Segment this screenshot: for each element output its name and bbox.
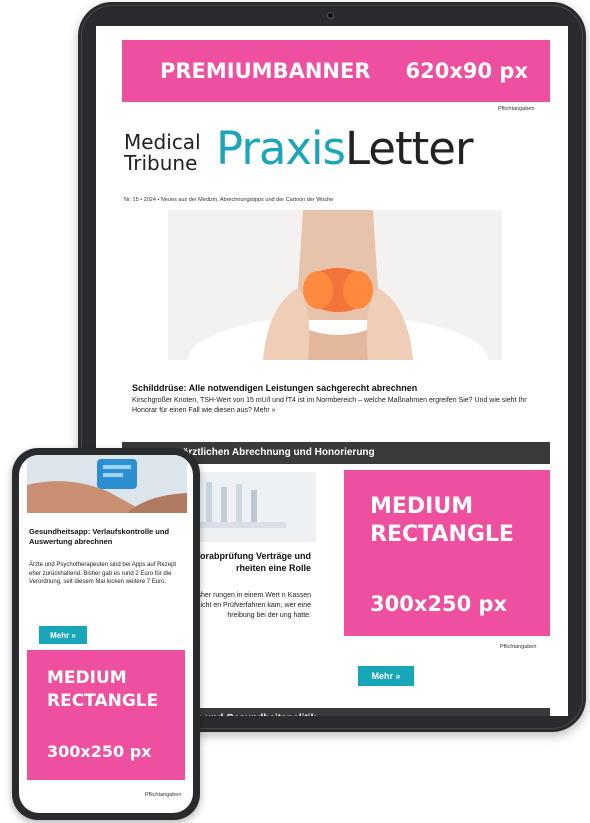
phone-ad-size: 300x250 px	[47, 742, 152, 761]
thyroid-illustration	[168, 210, 502, 360]
phone-mehr-button[interactable]: Mehr »	[39, 626, 87, 644]
logo-medical-tribune: Medical Tribune	[124, 132, 201, 174]
article-teaser: Kirschgroßer Knoten, TSH-Wert von 15 mU/…	[132, 397, 527, 414]
phone-ad-line-2: RECTANGLE	[47, 691, 159, 711]
smartphone-hand-illustration	[27, 455, 187, 513]
premium-banner-size: 620x90 px	[405, 59, 529, 83]
phone-screen: Gesundheitsapp: Verlaufskontrolle und Au…	[19, 455, 193, 813]
ad-line-1: MEDIUM	[370, 494, 474, 519]
logo-medical: Medical	[124, 130, 201, 154]
premium-banner-ad[interactable]: PREMIUMBANNER 620x90 px	[122, 40, 550, 102]
logo-tribune: Tribune	[124, 151, 198, 175]
hero-image-thyroid[interactable]	[168, 210, 502, 360]
mehr-button[interactable]: Mehr »	[358, 666, 414, 686]
logo-praxis: Praxis	[216, 122, 346, 175]
ad-line-2: RECTANGLE	[370, 522, 514, 547]
logo-letter: Letter	[345, 122, 473, 175]
phone-article-text: Ärzte und Psychotherapeuten sind bei App…	[29, 562, 177, 585]
phone-medium-rectangle-ad[interactable]: MEDIUM RECTANGLE 300x250 px	[27, 650, 185, 780]
pflichtangaben-note-2[interactable]: Pflichtangaben	[500, 644, 536, 650]
premium-banner-label: PREMIUMBANNER	[160, 59, 371, 83]
article-title[interactable]: Schilddrüse: Alle notwendigen Leistungen…	[132, 383, 417, 393]
logo-praxisletter: PraxisLetter	[216, 122, 473, 175]
pflichtangaben-note[interactable]: Pflichtangaben	[498, 106, 534, 112]
phone-pflichtangaben-note[interactable]: Pflichtangaben	[145, 792, 181, 798]
ad-size: 300x250 px	[370, 592, 508, 616]
phone-ad-line-1: MEDIUM	[47, 668, 127, 688]
tablet-camera	[327, 12, 334, 19]
phone-device: Gesundheitsapp: Verlaufskontrolle und Au…	[12, 448, 200, 820]
medium-rectangle-ad[interactable]: MEDIUM RECTANGLE 300x250 px	[344, 470, 550, 636]
issue-line: Nr. 15 • 2024 • Neues aus der Medizin, A…	[124, 197, 334, 203]
phone-hero-image[interactable]	[27, 455, 187, 513]
phone-article-title[interactable]: Gesundheitsapp: Verlaufskontrolle und Au…	[29, 527, 189, 547]
